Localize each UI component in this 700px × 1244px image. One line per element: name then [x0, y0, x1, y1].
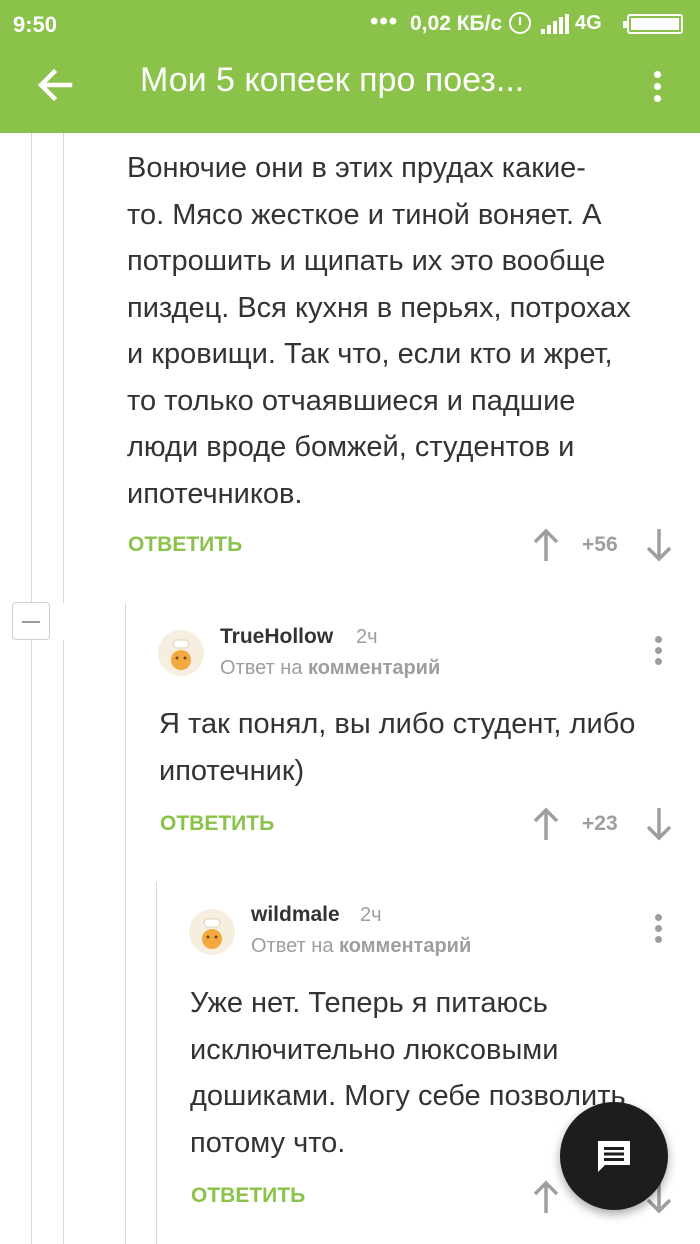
vote-score: +23 [582, 812, 618, 835]
reply-button[interactable]: ОТВЕТИТЬ [128, 533, 242, 557]
status-dots: ••• [370, 8, 399, 35]
reply-button[interactable]: ОТВЕТИТЬ [191, 1184, 305, 1208]
arrow-up-icon[interactable] [532, 1180, 560, 1214]
reply-to-prefix: Ответ на [220, 657, 303, 679]
app-bar: Мои 5 копеек про поез... [0, 48, 700, 133]
battery-icon [623, 14, 683, 34]
comment-line: то. Мясо жесткое и тиной воняет. А [127, 198, 602, 231]
status-time: 9:50 [13, 12, 58, 37]
network-type: 4G [575, 12, 602, 34]
page-title: Мои 5 копеек про поез... [140, 61, 525, 99]
arrow-down-icon[interactable] [645, 807, 673, 841]
thread-line [156, 882, 157, 1244]
comment-time: 2ч [360, 904, 382, 926]
avatar[interactable] [158, 630, 204, 676]
comment-line: ипотечник) [159, 754, 305, 787]
top-bar: 9:50 ••• 0,02 КБ/с 4G Мои 5 копеек про п… [0, 0, 700, 133]
network-speed: 0,02 КБ/с [410, 12, 503, 35]
comment-line: и кровищи. Так что, если кто и жрет, [127, 338, 613, 370]
more-vertical-icon[interactable] [640, 60, 676, 110]
comment-line: исключительно люксовыми [190, 1033, 559, 1066]
comment-line: Я так понял, вы либо студент, либо [159, 708, 636, 740]
avatar[interactable] [189, 909, 235, 955]
reply-to-prefix: Ответ на [251, 935, 334, 957]
comment-icon [595, 1138, 633, 1181]
collapse-thread-button[interactable] [12, 602, 50, 640]
comment-line: потрошить и щипать их это вообще [127, 245, 606, 277]
alarm-icon [509, 12, 531, 34]
status-bar: 9:50 ••• 0,02 КБ/с 4G [0, 0, 700, 48]
thread-line [63, 133, 64, 603]
more-vertical-icon[interactable] [649, 634, 669, 668]
comment-line: пиздец. Вся кухня в перьях, потрохах [127, 291, 631, 324]
comment-line: Уже нет. Теперь я питаюсь [190, 987, 548, 1019]
arrow-up-icon[interactable] [532, 528, 560, 562]
comment-line: Вонючие они в этих прудах какие- [127, 152, 586, 184]
reply-to-info: Ответ на комментарий [220, 657, 440, 680]
signal-icon [541, 14, 571, 34]
thread-line [125, 603, 126, 1244]
reply-to-link[interactable]: комментарий [339, 935, 471, 957]
reply-to-info: Ответ на комментарий [251, 935, 471, 958]
comment-line: ипотечников. [127, 477, 303, 510]
thread-line [31, 133, 32, 1244]
new-comment-button[interactable] [560, 1102, 668, 1210]
reply-button[interactable]: ОТВЕТИТЬ [160, 812, 274, 836]
comment-line: люди вроде бомжей, студентов и [127, 431, 575, 463]
comment-text: Вонючие они в этих прудах какие- то. Мяс… [127, 145, 687, 517]
author-name[interactable]: wildmale [251, 903, 340, 927]
more-vertical-icon[interactable] [649, 912, 669, 946]
arrow-down-icon[interactable] [645, 528, 673, 562]
vote-score: +56 [582, 533, 618, 556]
reply-to-link[interactable]: комментарий [308, 657, 440, 679]
comment-text: Я так понял, вы либо студент, либо ипоте… [159, 701, 689, 794]
back-arrow-icon[interactable] [30, 60, 80, 110]
comment-line: то только отчаявшиеся и падшие [127, 384, 576, 417]
author-name[interactable]: TrueHollow [220, 625, 333, 649]
thread-line [63, 640, 64, 1244]
arrow-up-icon[interactable] [532, 807, 560, 841]
comment-time: 2ч [356, 626, 378, 648]
